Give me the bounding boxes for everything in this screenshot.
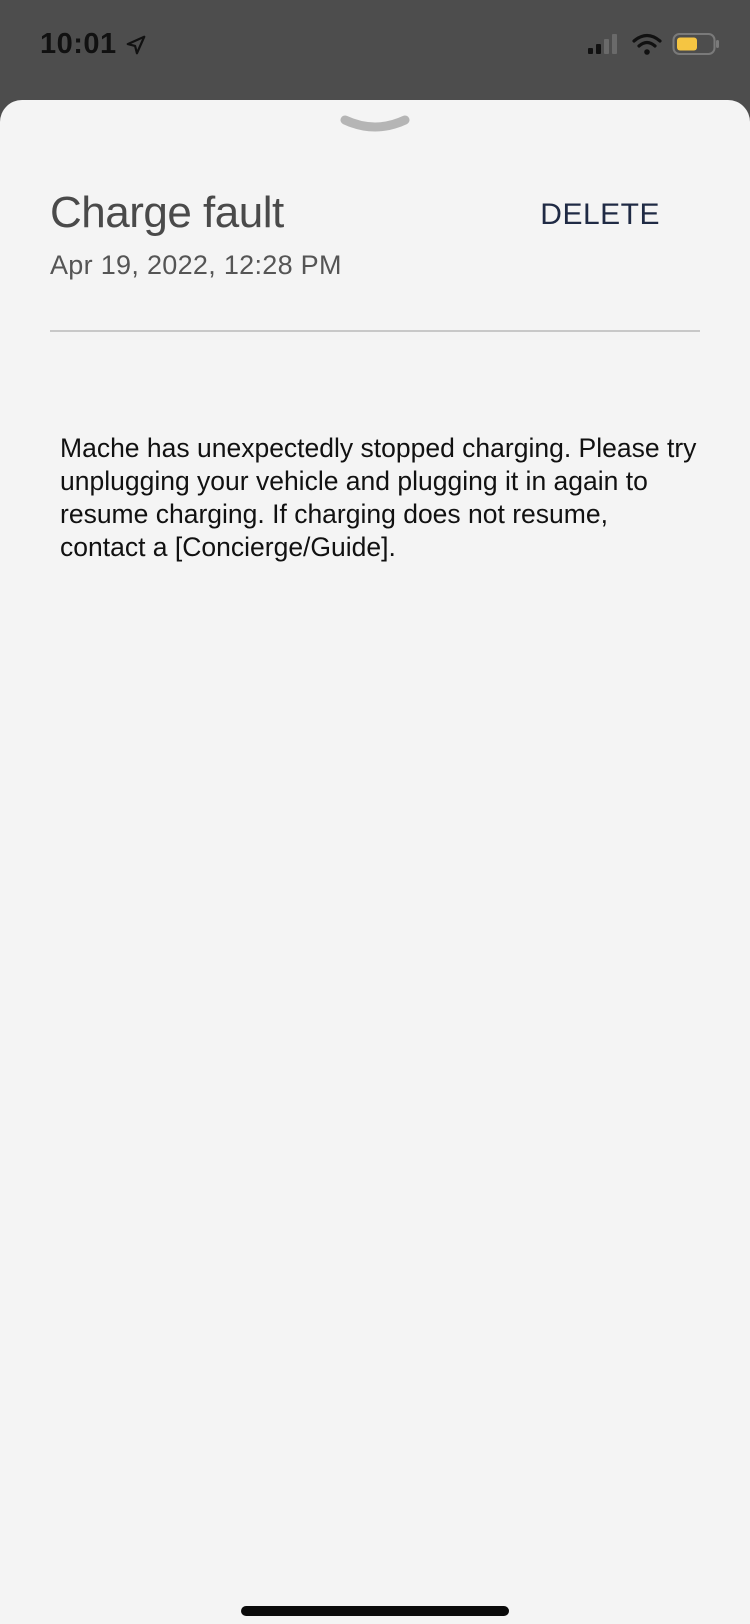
notification-message: Mache has unexpectedly stopped charging.… xyxy=(60,433,697,562)
chevron-down-icon[interactable] xyxy=(339,114,411,140)
delete-button[interactable]: DELETE xyxy=(540,198,660,232)
status-time: 10:01 xyxy=(40,28,147,61)
notification-sheet: Charge fault DELETE Apr 19, 2022, 12:28 … xyxy=(0,100,750,1624)
wifi-icon xyxy=(632,33,662,55)
status-time-text: 10:01 xyxy=(40,28,117,60)
cellular-signal-icon xyxy=(588,34,617,54)
notification-title: Charge fault xyxy=(50,188,284,237)
battery-icon xyxy=(672,33,719,55)
home-indicator[interactable] xyxy=(241,1606,509,1616)
divider xyxy=(50,330,700,332)
notification-timestamp: Apr 19, 2022, 12:28 PM xyxy=(50,250,342,280)
location-arrow-icon xyxy=(126,35,146,54)
status-indicators xyxy=(586,32,720,56)
status-bar: 10:01 xyxy=(0,0,750,100)
